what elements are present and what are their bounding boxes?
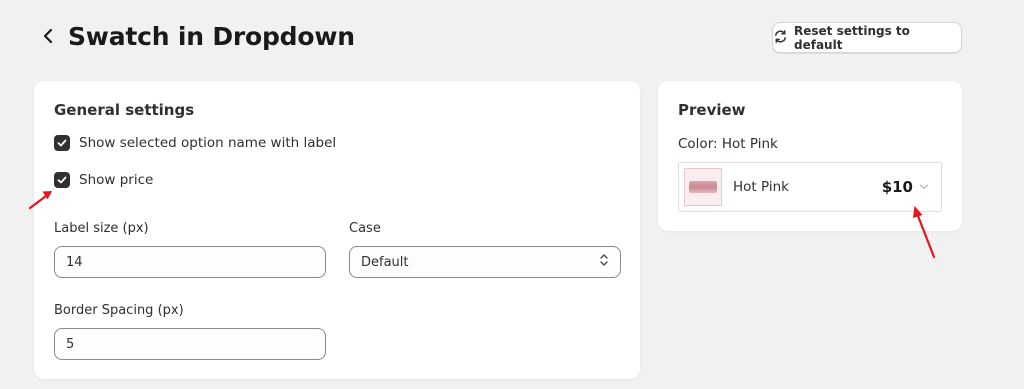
show-price-label: Show price [79,172,154,188]
option-name: Hot Pink [733,179,789,195]
select-updown-icon [599,253,609,271]
show-selected-option-checkbox-row[interactable]: Show selected option name with label [54,135,336,151]
show-selected-option-checkbox[interactable] [54,135,70,151]
label-size-value: 14 [66,254,83,270]
case-label: Case [349,221,381,236]
reset-settings-button[interactable]: Reset settings to default [772,22,962,53]
page-title: Swatch in Dropdown [68,21,355,51]
reset-button-label: Reset settings to default [794,23,910,52]
general-settings-title: General settings [54,101,195,119]
general-settings-card: General settings Show selected option na… [34,81,640,379]
chevron-left-icon[interactable] [36,18,60,54]
border-spacing-input[interactable]: 5 [54,328,326,360]
border-spacing-label: Border Spacing (px) [54,303,184,318]
annotation-arrow-icon [913,206,936,259]
fabric-swatch-icon [689,181,717,193]
case-value: Default [361,254,409,270]
option-price: $10 [881,178,913,196]
annotation-arrow-icon [28,191,52,210]
label-size-input[interactable]: 14 [54,246,326,278]
checkmark-icon [57,176,67,184]
page-header: Swatch in Dropdown [36,18,355,54]
show-price-checkbox-row[interactable]: Show price [54,172,153,188]
chevron-down-icon [919,183,929,191]
preview-color-label: Color: Hot Pink [678,136,778,152]
label-size-label: Label size (px) [54,221,149,236]
border-spacing-value: 5 [66,336,75,352]
swatch-image [684,168,722,206]
case-select[interactable]: Default [349,246,621,278]
refresh-icon [773,29,788,47]
preview-title: Preview [678,101,746,119]
preview-swatch-dropdown[interactable]: Hot Pink $10 [678,162,942,212]
show-selected-option-label: Show selected option name with label [79,135,337,151]
checkmark-icon [57,139,67,147]
